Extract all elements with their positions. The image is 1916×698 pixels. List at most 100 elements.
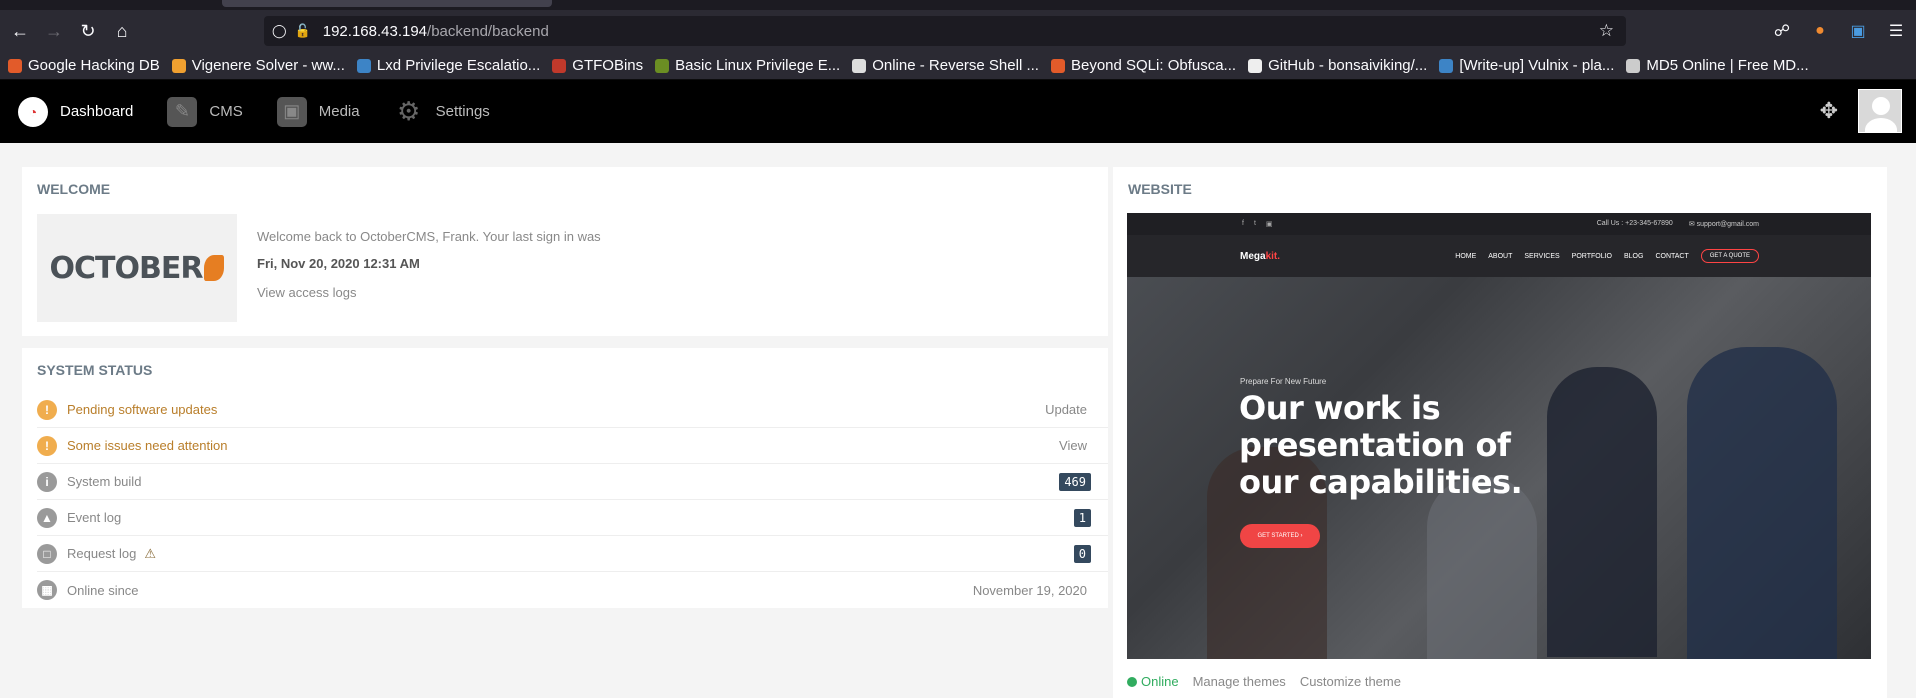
build-badge: 469 xyxy=(1059,472,1091,491)
nav-label: Media xyxy=(318,103,360,120)
url-text[interactable]: 192.168.43.194/backend/backend xyxy=(323,23,549,40)
nav-label: CMS xyxy=(209,103,243,120)
preview-menu-item: SERVICES xyxy=(1524,252,1560,260)
website-preview[interactable]: f t ▣ Call Us : +23-345-67890 ✉ support@… xyxy=(1127,213,1871,659)
preview-headline: Our work is presentation of our capabili… xyxy=(1239,389,1523,501)
bookmark-item[interactable]: MD5 Online | Free MD... xyxy=(1626,57,1809,74)
preview-phone: Call Us : +23-345-67890 xyxy=(1596,220,1673,227)
bookmark-item[interactable]: Vigenere Solver - ww... xyxy=(171,57,345,74)
bookmark-favicon-icon xyxy=(1626,58,1641,73)
status-row-updates: ! Pending software updates Update xyxy=(37,392,1108,428)
insecure-lock-icon[interactable]: 🔓 xyxy=(295,23,311,39)
preview-menu-item: BLOG xyxy=(1624,252,1644,260)
status-list: ! Pending software updates Update ! Some… xyxy=(37,392,1108,608)
nav-dashboard[interactable]: ◔ Dashboard xyxy=(18,96,134,127)
browser-tabstrip xyxy=(0,0,1916,10)
welcome-widget: Welcome OCTOBER Welcome back to OctoberC… xyxy=(22,167,1108,336)
system-status-widget: System status ! Pending software updates… xyxy=(22,348,1108,608)
status-label: System build xyxy=(67,474,142,489)
widget-title: System status xyxy=(37,362,153,378)
widget-title: Welcome xyxy=(37,181,111,197)
status-label: Online since xyxy=(67,582,139,598)
nav-cms[interactable]: ✎ CMS xyxy=(167,96,243,127)
status-row-build: i System build 469 xyxy=(37,464,1108,500)
crosshair-icon[interactable]: ✥ xyxy=(1820,98,1838,124)
bookmark-label: Google Hacking DB xyxy=(28,57,160,74)
manage-themes-link[interactable]: Manage themes xyxy=(1193,674,1286,689)
bookmark-favicon-icon xyxy=(655,58,670,73)
calendar-icon: ▦ xyxy=(37,580,57,600)
media-icon: ▣ xyxy=(276,96,307,127)
leaf-icon xyxy=(204,255,225,281)
view-access-logs-link[interactable]: View access logs xyxy=(257,285,356,300)
home-icon[interactable]: ⌂ xyxy=(108,17,136,45)
preview-topbar: f t ▣ Call Us : +23-345-67890 ✉ support@… xyxy=(1127,213,1871,235)
bookmark-favicon-icon xyxy=(1050,58,1065,73)
bookmark-label: Basic Linux Privilege E... xyxy=(675,57,841,74)
back-arrow-icon[interactable]: ← xyxy=(6,17,34,45)
warning-icon: ! xyxy=(37,399,57,420)
nav-label: Settings xyxy=(435,103,490,120)
file-icon: □ xyxy=(37,543,57,564)
bookmark-item[interactable]: GitHub - bonsaiviking/... xyxy=(1248,57,1427,74)
warning-triangle-icon: ⚠ xyxy=(144,545,157,561)
view-link[interactable]: View xyxy=(1059,438,1087,453)
preview-eyebrow: Prepare For New Future xyxy=(1240,377,1327,386)
bookmark-item[interactable]: Google Hacking DB xyxy=(8,57,160,74)
website-widget: Website f t ▣ Call Us : +23-345-67890 ✉ … xyxy=(1113,167,1887,698)
bookmark-item[interactable]: GTFOBins xyxy=(552,57,643,74)
cms-header: ◔ Dashboard ✎ CMS ▣ Media ⚙ Settings ✥ xyxy=(0,80,1916,143)
avatar[interactable] xyxy=(1858,89,1902,133)
october-logo: OCTOBER xyxy=(37,214,237,322)
extension-icon[interactable]: ▣ xyxy=(1848,21,1868,41)
preview-menu-item: HOME xyxy=(1455,252,1477,260)
bookmark-favicon-icon xyxy=(356,58,371,73)
bookmark-star-icon[interactable]: ☆ xyxy=(1599,21,1614,41)
welcome-message: Welcome back to OctoberCMS, Frank. Your … xyxy=(257,229,601,244)
preview-navbar: Megakit. HOME ABOUT SERVICES PORTFOLIO B… xyxy=(1127,235,1871,277)
bookmark-favicon-icon xyxy=(1439,58,1454,73)
nav-settings[interactable]: ⚙ Settings xyxy=(394,96,490,127)
shield-icon[interactable]: ◯ xyxy=(272,23,287,39)
bookmark-item[interactable]: Beyond SQLi: Obfusca... xyxy=(1050,57,1236,74)
instagram-icon: ▣ xyxy=(1265,221,1273,228)
preview-menu-item: CONTACT xyxy=(1655,252,1689,260)
request-log-badge: 0 xyxy=(1073,544,1091,563)
info-icon: i xyxy=(37,471,57,492)
extension-fox-icon[interactable]: ● xyxy=(1810,22,1830,40)
bookmark-item[interactable]: Lxd Privilege Escalatio... xyxy=(356,57,541,74)
cms-icon: ✎ xyxy=(167,96,198,127)
customize-theme-link[interactable]: Customize theme xyxy=(1300,674,1401,689)
status-row-issues: ! Some issues need attention View xyxy=(37,428,1108,464)
status-row-online-since: ▦ Online since November 19, 2020 xyxy=(37,572,1108,608)
browser-toolbar: ← → ↻ ⌂ ◯ 🔓 192.168.43.194/backend/backe… xyxy=(0,10,1916,52)
settings-icon: ⚙ xyxy=(396,96,421,126)
pocket-icon[interactable]: ☍ xyxy=(1772,21,1792,41)
online-since-date: November 19, 2020 xyxy=(972,582,1087,598)
event-log-badge: 1 xyxy=(1073,508,1091,527)
menu-hamburger-icon[interactable]: ☰ xyxy=(1886,21,1906,41)
nav-label: Dashboard xyxy=(60,103,134,120)
bookmark-item[interactable]: Online - Reverse Shell ... xyxy=(852,57,1039,74)
bookmark-favicon-icon xyxy=(552,58,567,73)
update-link[interactable]: Update xyxy=(1045,402,1087,417)
browser-tab[interactable] xyxy=(222,0,552,7)
bookmark-item[interactable]: Basic Linux Privilege E... xyxy=(655,57,840,74)
bookmark-label: Lxd Privilege Escalatio... xyxy=(376,57,541,74)
status-row-request-log[interactable]: □ Request log ⚠ 0 xyxy=(37,536,1108,572)
last-signin-date: Fri, Nov 20, 2020 12:31 AM xyxy=(257,256,420,271)
status-row-event-log[interactable]: ▲ Event log 1 xyxy=(37,500,1108,536)
status-label: Some issues need attention xyxy=(67,438,228,453)
preview-menu-item: ABOUT xyxy=(1488,252,1513,260)
warning-icon: ! xyxy=(37,435,57,456)
url-bar[interactable]: ◯ 🔓 192.168.43.194/backend/backend ☆ xyxy=(264,16,1626,46)
twitter-icon: t xyxy=(1253,220,1256,227)
facebook-icon: f xyxy=(1242,220,1244,227)
bookmark-favicon-icon xyxy=(8,58,22,73)
reload-icon[interactable]: ↻ xyxy=(74,17,102,45)
bookmark-label: [Write-up] Vulnix - pla... xyxy=(1459,57,1615,74)
forward-arrow-icon[interactable]: → xyxy=(40,17,68,45)
bookmark-label: GitHub - bonsaiviking/... xyxy=(1268,57,1428,74)
bookmark-item[interactable]: [Write-up] Vulnix - pla... xyxy=(1439,57,1614,74)
nav-media[interactable]: ▣ Media xyxy=(276,96,360,127)
